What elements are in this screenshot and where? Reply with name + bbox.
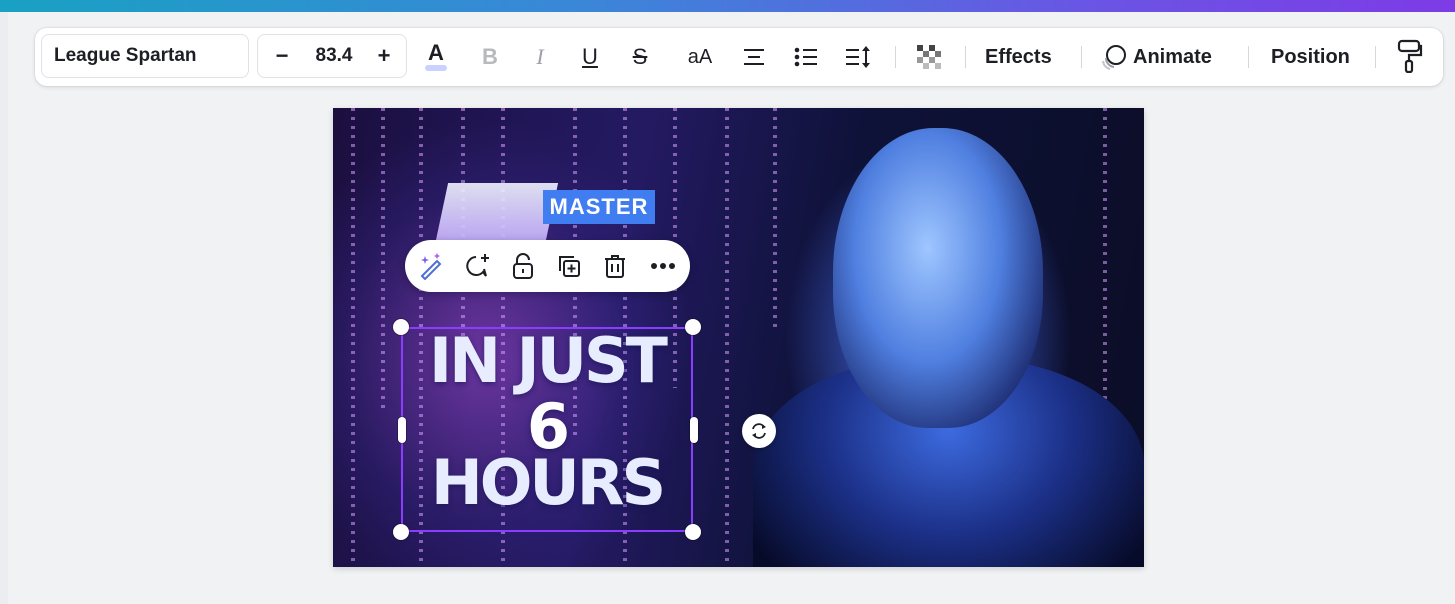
toolbar-divider [965, 46, 966, 68]
magic-edit-icon [420, 253, 442, 280]
trash-icon [605, 255, 625, 278]
letter-case-button[interactable]: aA [673, 39, 727, 75]
italic-button[interactable]: I [523, 39, 557, 75]
text-formatting-toolbar: League Spartan − 83.4 + A B I U S aA Eff… [35, 28, 1443, 86]
underline-button[interactable]: U [573, 39, 607, 75]
duplicate-button[interactable] [551, 248, 587, 284]
lock-icon [513, 253, 533, 279]
duplicate-icon [559, 256, 580, 277]
rotate-button[interactable] [742, 414, 776, 448]
resize-handle-right[interactable] [690, 417, 698, 443]
resize-handle-top-left[interactable] [393, 319, 409, 335]
text-color-icon: A [428, 40, 444, 65]
toolbar-divider [1081, 46, 1082, 68]
more-options-icon [651, 263, 675, 269]
add-comment-icon [466, 254, 489, 277]
animate-button[interactable]: Animate [1101, 39, 1212, 75]
top-accent-bar [0, 0, 1455, 12]
logo-master-text[interactable]: MASTER [543, 190, 655, 224]
text-color-swatch [425, 65, 447, 71]
transparency-button[interactable] [912, 39, 946, 75]
cyborg-figure-head [833, 128, 1043, 428]
increase-font-size-button[interactable]: + [370, 35, 398, 77]
copy-style-paint-roller-icon [1397, 39, 1423, 73]
line-spacing-icon [846, 46, 870, 68]
list-button[interactable] [789, 39, 823, 75]
toolbar-divider [895, 46, 896, 68]
position-button[interactable]: Position [1271, 39, 1350, 75]
delete-button[interactable] [597, 248, 633, 284]
lock-button[interactable] [505, 248, 541, 284]
add-comment-button[interactable] [459, 248, 495, 284]
animate-icon [1102, 45, 1126, 70]
resize-handle-bottom-right[interactable] [685, 524, 701, 540]
resize-handle-left[interactable] [398, 417, 406, 443]
rotate-icon [752, 423, 766, 439]
magic-edit-button[interactable] [413, 248, 449, 284]
font-family-select[interactable]: League Spartan [41, 34, 249, 78]
bulleted-list-icon [794, 47, 817, 67]
align-center-icon [744, 49, 764, 65]
bold-button[interactable]: B [473, 39, 507, 75]
element-context-menu [405, 240, 690, 292]
copy-style-button[interactable] [1393, 38, 1427, 74]
decor-code-rain [725, 108, 729, 567]
font-size-control: − 83.4 + [257, 34, 407, 78]
align-center-button[interactable] [737, 39, 771, 75]
decor-code-rain [773, 108, 777, 328]
transparency-checker-icon [917, 45, 941, 69]
animate-label: Animate [1133, 45, 1212, 68]
selection-box [401, 327, 693, 532]
text-color-button[interactable]: A [419, 39, 453, 75]
toolbar-divider [1375, 46, 1376, 68]
toolbar-divider [1248, 46, 1249, 68]
decrease-font-size-button[interactable]: − [270, 35, 294, 77]
font-size-input[interactable]: 83.4 [304, 35, 364, 77]
decor-code-rain [381, 108, 385, 408]
more-options-button[interactable] [645, 248, 681, 284]
effects-button[interactable]: Effects [985, 39, 1052, 75]
spacing-button[interactable] [841, 39, 875, 75]
strikethrough-button[interactable]: S [623, 39, 657, 75]
resize-handle-top-right[interactable] [685, 319, 701, 335]
decor-code-rain [351, 108, 355, 567]
resize-handle-bottom-left[interactable] [393, 524, 409, 540]
